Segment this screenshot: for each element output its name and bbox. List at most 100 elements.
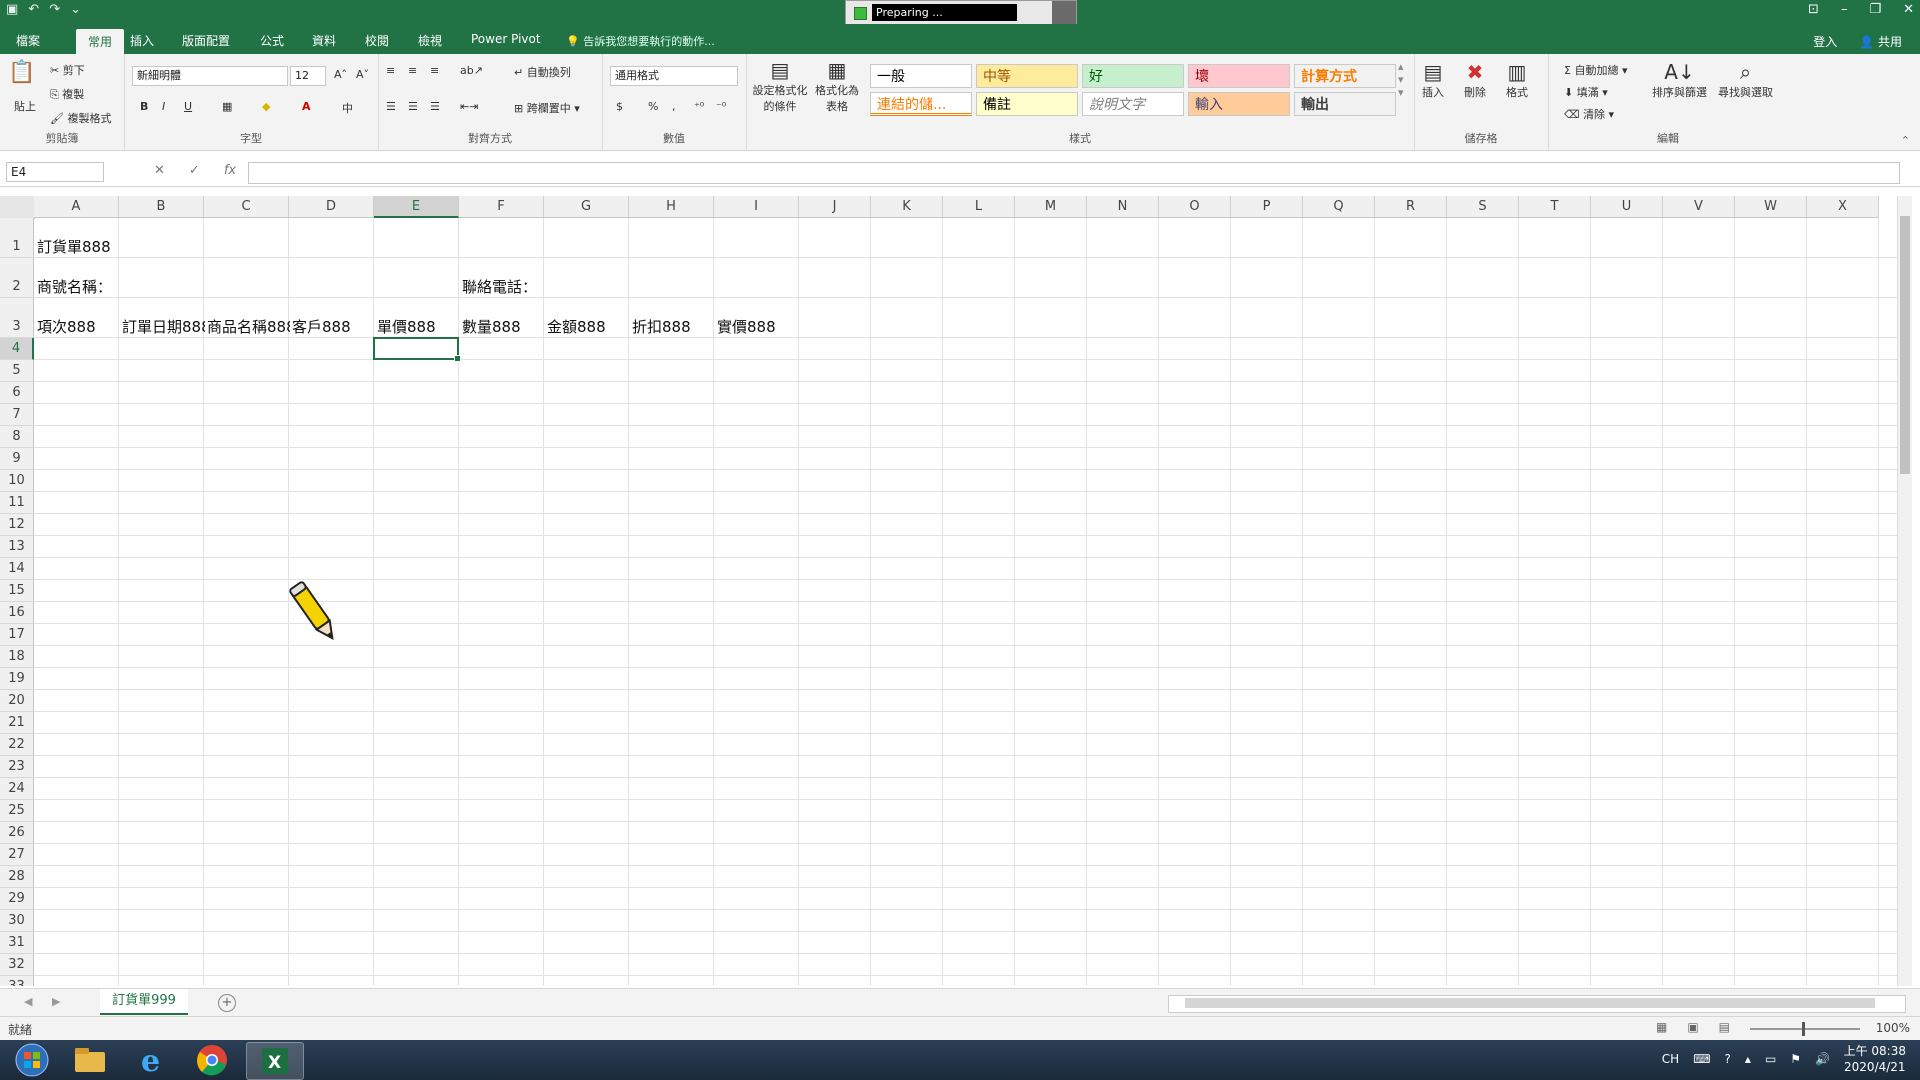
fill-color-icon[interactable]: ◆ xyxy=(262,100,270,113)
volume-icon[interactable]: 🔊 xyxy=(1815,1052,1830,1066)
column-header[interactable]: Q xyxy=(1303,196,1375,218)
row-header[interactable]: 10 xyxy=(0,470,34,492)
vertical-scrollbar[interactable] xyxy=(1897,196,1912,986)
show-hidden-icon[interactable]: ▴ xyxy=(1745,1052,1751,1066)
orientation-icon[interactable]: ab↗ xyxy=(460,64,483,77)
column-header[interactable]: R xyxy=(1375,196,1447,218)
column-header[interactable]: D xyxy=(289,196,374,218)
find-select-button[interactable]: ⌕ 尋找與選取 xyxy=(1718,60,1773,100)
format-cells-button[interactable]: ▥ 格式 xyxy=(1506,60,1528,100)
cell-style-item[interactable]: 中等 xyxy=(976,64,1078,88)
tab-formulas[interactable]: 公式 xyxy=(260,32,284,49)
increase-decimal-icon[interactable]: ⁺⁰ xyxy=(694,100,704,113)
row-header[interactable]: 1 xyxy=(0,218,34,258)
prev-sheet-icon[interactable]: ◀ xyxy=(24,995,32,1008)
redo-icon[interactable]: ↷ xyxy=(49,2,60,17)
column-header[interactable]: C xyxy=(204,196,289,218)
column-header[interactable]: E xyxy=(374,196,459,218)
tab-data[interactable]: 資料 xyxy=(312,32,336,49)
cell-A2[interactable]: 商號名稱： xyxy=(37,276,112,297)
cancel-icon[interactable]: ✕ xyxy=(154,163,165,178)
cell-style-item[interactable]: 輸出 xyxy=(1294,92,1396,116)
format-as-table-button[interactable]: ▦ 格式化為表格 xyxy=(812,58,862,114)
cell-style-item[interactable]: 一般 xyxy=(870,64,972,88)
font-color-icon[interactable]: A xyxy=(302,100,311,113)
excel-taskbar-icon[interactable]: X xyxy=(246,1042,304,1080)
tab-page-layout[interactable]: 版面配置 xyxy=(182,32,230,49)
row-header[interactable]: 29 xyxy=(0,888,34,910)
font-name-select[interactable]: 新細明體 xyxy=(132,66,288,86)
format-painter-button[interactable]: 🖌 複製格式 xyxy=(50,110,111,126)
normal-view-icon[interactable]: ▦ xyxy=(1656,1020,1667,1034)
minimize-icon[interactable]: – xyxy=(1841,2,1848,17)
column-header[interactable]: M xyxy=(1015,196,1087,218)
add-sheet-button[interactable]: + xyxy=(218,994,236,1012)
cell-A1[interactable]: 訂貨單888 xyxy=(37,236,111,257)
align-right-icon[interactable]: ☰ xyxy=(430,100,440,113)
close-icon[interactable]: ✕ xyxy=(1903,2,1914,17)
page-break-view-icon[interactable]: ▤ xyxy=(1719,1020,1730,1034)
cell-H3[interactable]: 折扣888 xyxy=(632,316,691,337)
tab-home[interactable]: 常用 xyxy=(76,29,125,54)
row-header[interactable]: 24 xyxy=(0,778,34,800)
tab-file[interactable]: 檔案 xyxy=(16,32,40,49)
keyboard-icon[interactable]: ⌨ xyxy=(1693,1052,1710,1066)
cell-F3[interactable]: 數量888 xyxy=(462,316,521,337)
column-header[interactable]: F xyxy=(459,196,544,218)
cell-G3[interactable]: 金額888 xyxy=(547,316,606,337)
row-header[interactable]: 12 xyxy=(0,514,34,536)
phonetic-icon[interactable]: 中 xyxy=(342,100,353,116)
insert-cells-button[interactable]: ▤ 插入 xyxy=(1422,60,1444,100)
row-header[interactable]: 25 xyxy=(0,800,34,822)
row-header[interactable]: 28 xyxy=(0,866,34,888)
clock[interactable]: 上午 08:38 2020/4/21 xyxy=(1844,1043,1906,1075)
column-header[interactable]: B xyxy=(119,196,204,218)
row-header[interactable]: 19 xyxy=(0,668,34,690)
column-header[interactable]: T xyxy=(1519,196,1591,218)
underline-button[interactable]: U xyxy=(184,100,192,113)
wrap-text-button[interactable]: ↵ 自動換列 xyxy=(514,64,571,80)
fill-handle[interactable] xyxy=(454,355,461,362)
column-header[interactable]: X xyxy=(1807,196,1879,218)
cell-B3[interactable]: 訂單日期888 xyxy=(122,316,205,337)
active-cell-E4[interactable] xyxy=(373,337,461,362)
sort-filter-button[interactable]: A↓ 排序與篩選 xyxy=(1652,60,1707,100)
paste-button[interactable]: 貼上 xyxy=(14,98,36,114)
row-header[interactable]: 3 xyxy=(0,298,34,338)
row-header[interactable]: 7 xyxy=(0,404,34,426)
flag-icon[interactable]: ⚑ xyxy=(1790,1052,1801,1066)
tab-view[interactable]: 檢視 xyxy=(418,32,442,49)
share-button[interactable]: 👤 共用 xyxy=(1859,33,1902,50)
align-center-icon[interactable]: ☰ xyxy=(408,100,418,113)
row-header[interactable]: 2 xyxy=(0,258,34,298)
next-sheet-icon[interactable]: ▶ xyxy=(52,995,60,1008)
tab-power-pivot[interactable]: Power Pivot xyxy=(471,32,541,46)
row-header[interactable]: 31 xyxy=(0,932,34,954)
tab-insert[interactable]: 插入 xyxy=(130,32,154,49)
row-header[interactable]: 6 xyxy=(0,382,34,404)
row-header[interactable]: 20 xyxy=(0,690,34,712)
row-header[interactable]: 18 xyxy=(0,646,34,668)
row-header[interactable]: 13 xyxy=(0,536,34,558)
start-orb-icon[interactable] xyxy=(4,1042,60,1078)
tab-review[interactable]: 校閱 xyxy=(365,32,389,49)
collapse-ribbon-icon[interactable]: ⌃ xyxy=(1901,134,1910,147)
internet-explorer-icon[interactable]: e xyxy=(124,1042,180,1078)
name-box[interactable]: E4 xyxy=(6,162,104,182)
row-header[interactable]: 9 xyxy=(0,448,34,470)
align-middle-icon[interactable]: ≡ xyxy=(408,64,417,77)
comma-button[interactable]: , xyxy=(672,100,676,113)
gallery-scroll-icon[interactable]: ▴ ▾ ▾ xyxy=(1398,60,1404,99)
cell-D3[interactable]: 客戶888 xyxy=(292,316,351,337)
formula-input[interactable] xyxy=(248,162,1900,184)
worksheet-grid[interactable]: A B C D E F G H I J K L M N O P Q R S T U V W X 1 2 3 4 5 6 7 8 9 10 11 12 1… xyxy=(0,196,1900,986)
fill-button[interactable]: ⬇ 填滿 ▾ xyxy=(1564,84,1608,100)
column-header[interactable]: A xyxy=(34,196,119,218)
cell-E3[interactable]: 單價888 xyxy=(377,316,436,337)
row-header[interactable]: 14 xyxy=(0,558,34,580)
tell-me-search[interactable]: 💡 告訴我您想要執行的動作... xyxy=(566,33,715,49)
number-format-select[interactable]: 通用格式 xyxy=(610,66,738,86)
file-explorer-icon[interactable] xyxy=(62,1042,118,1078)
cell-style-item[interactable]: 輸入 xyxy=(1188,92,1290,116)
language-indicator[interactable]: CH xyxy=(1662,1052,1679,1066)
